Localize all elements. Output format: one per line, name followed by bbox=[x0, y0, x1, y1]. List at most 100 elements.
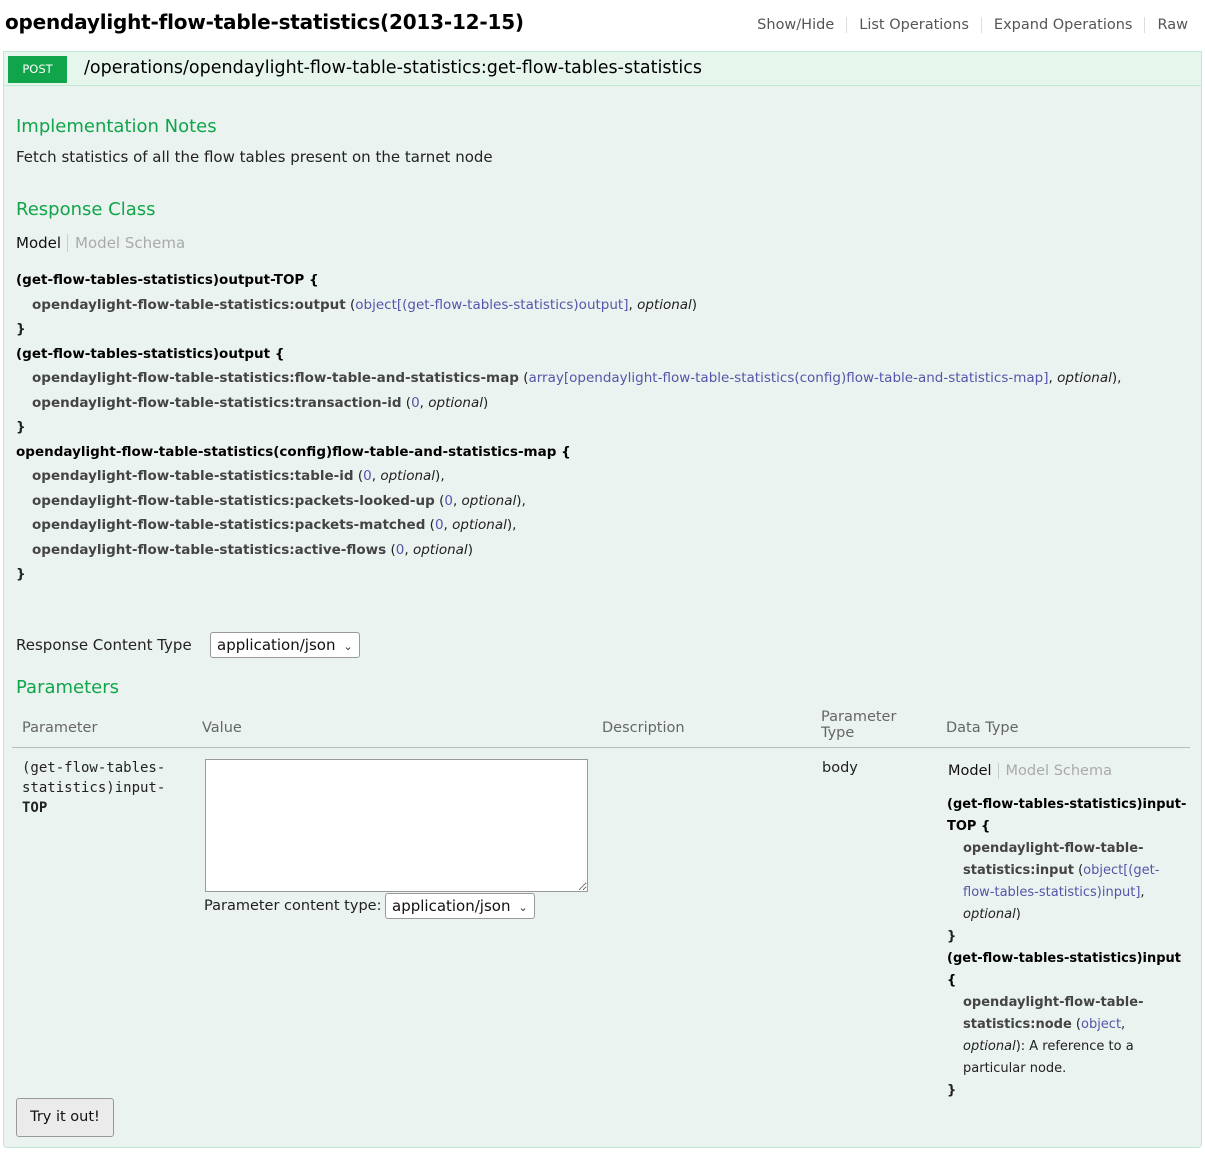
model-schema-tab[interactable]: Model Schema bbox=[68, 234, 185, 252]
parameter-name: (get-flow-tables- statistics)input- TOP bbox=[22, 758, 197, 818]
property-type-wrapper: (0, optional), bbox=[357, 468, 445, 484]
model-property: opendaylight-flow-table-statistics:flow-… bbox=[16, 366, 1196, 391]
model-close-brace: } bbox=[16, 321, 26, 337]
property-type-link[interactable]: object bbox=[1081, 1017, 1121, 1032]
property-name: statistics:node bbox=[963, 1017, 1072, 1032]
property-type-link[interactable]: array[opendaylight-flow-table-statistics… bbox=[528, 370, 1048, 386]
model-close-brace: } bbox=[947, 929, 957, 944]
property-type-link[interactable]: 0 bbox=[435, 517, 444, 533]
property-type-wrapper: (array[opendaylight-flow-table-statistic… bbox=[523, 370, 1122, 386]
header-parameter: Parameter bbox=[22, 720, 98, 736]
property-name: opendaylight-flow-table-statistics:outpu… bbox=[32, 296, 346, 313]
property-type-link[interactable]: flow-tables-statistics)input] bbox=[963, 885, 1140, 900]
api-title[interactable]: opendaylight-flow-table-statistics(2013-… bbox=[5, 10, 524, 34]
model-property: opendaylight-flow-table-statistics:packe… bbox=[16, 489, 1196, 514]
try-it-out-button[interactable]: Try it out! bbox=[16, 1098, 114, 1137]
list-operations-link[interactable]: List Operations bbox=[847, 17, 982, 33]
header-data-type: Data Type bbox=[946, 720, 1019, 736]
model-class-heading-line: (get-flow-tables-statistics)input- bbox=[947, 797, 1187, 812]
implementation-notes-title: Implementation Notes bbox=[16, 116, 217, 137]
property-name: opendaylight-flow-table-statistics:activ… bbox=[32, 541, 387, 558]
optional-label: optional bbox=[461, 492, 517, 509]
parameter-type-value: body bbox=[822, 760, 858, 776]
property-name: opendaylight-flow-table-statistics:trans… bbox=[32, 394, 402, 411]
model-property: opendaylight-flow-table-statistics:outpu… bbox=[16, 293, 1196, 318]
model-class-heading-line: TOP { bbox=[947, 819, 991, 834]
response-class-title: Response Class bbox=[16, 199, 156, 220]
optional-label: optional bbox=[428, 394, 483, 411]
property-line: optional): A reference to a bbox=[963, 1039, 1134, 1054]
property-type-wrapper: (0, optional) bbox=[390, 541, 473, 558]
model-class-heading: (get-flow-tables-statistics)output-TOP { bbox=[16, 272, 319, 288]
property-name: opendaylight-flow-table-statistics:table… bbox=[32, 468, 354, 484]
property-type-wrapper: (0, optional) bbox=[405, 394, 489, 411]
property-name: statistics:input bbox=[963, 863, 1074, 878]
property-type-link[interactable]: object[(get-flow-tables-statistics)outpu… bbox=[355, 297, 628, 313]
api-links: Show/Hide List Operations Expand Operati… bbox=[745, 17, 1188, 33]
property-type-link[interactable]: 0 bbox=[396, 542, 405, 558]
expand-operations-link[interactable]: Expand Operations bbox=[982, 17, 1146, 33]
model-property: opendaylight-flow-table- statistics:node… bbox=[947, 992, 1192, 1080]
property-type-wrapper: (0, optional), bbox=[439, 492, 526, 509]
operation-path[interactable]: /operations/opendaylight-flow-table-stat… bbox=[84, 58, 702, 78]
property-description: : A reference to a bbox=[1020, 1039, 1134, 1054]
model-class-heading: (get-flow-tables-statistics)input { bbox=[947, 951, 1182, 988]
http-method-badge[interactable]: POST bbox=[8, 56, 67, 83]
property-type-link[interactable]: 0 bbox=[363, 468, 372, 484]
operation-heading[interactable]: POST /operations/opendaylight-flow-table… bbox=[4, 52, 1201, 86]
property-type-link[interactable]: 0 bbox=[411, 395, 420, 411]
property-line: statistics:node (object, bbox=[963, 1017, 1126, 1032]
optional-label: optional bbox=[963, 1039, 1016, 1054]
parameters-title: Parameters bbox=[16, 677, 120, 698]
optional-label: optional bbox=[452, 517, 507, 533]
model-schema-tab[interactable]: Model Schema bbox=[999, 763, 1112, 779]
response-model-tabs: Model Model Schema bbox=[16, 234, 185, 252]
header-value: Value bbox=[202, 720, 242, 736]
header-parameter-type: Parameter Type bbox=[821, 709, 896, 741]
select-value: application/json bbox=[217, 636, 336, 654]
property-line: optional) bbox=[963, 907, 1021, 922]
property-line: statistics:input (object[(get- bbox=[963, 863, 1160, 878]
model-property: opendaylight-flow-table-statistics:activ… bbox=[16, 538, 1196, 563]
raw-link[interactable]: Raw bbox=[1145, 17, 1188, 33]
optional-label: optional bbox=[637, 296, 692, 313]
input-model: (get-flow-tables-statistics)input- TOP {… bbox=[947, 794, 1192, 1102]
parameters-table-header: Parameter Value Description Parameter Ty… bbox=[12, 706, 1190, 748]
property-name: opendaylight-flow-table- bbox=[963, 841, 1144, 856]
implementation-notes-text: Fetch statistics of all the flow tables … bbox=[16, 148, 493, 166]
show-hide-link[interactable]: Show/Hide bbox=[745, 17, 848, 33]
model-close-brace: } bbox=[16, 419, 26, 435]
parameter-value-textarea[interactable] bbox=[205, 759, 588, 892]
model-close-brace: } bbox=[16, 566, 26, 582]
header-parameter-type-line1: Parameter bbox=[821, 709, 897, 725]
parameter-content-type-label: Parameter content type: bbox=[204, 898, 382, 914]
property-line: flow-tables-statistics)input], bbox=[963, 885, 1145, 900]
header-description: Description bbox=[602, 720, 685, 736]
property-type-wrapper: (0, optional), bbox=[429, 517, 517, 533]
response-content-type-label: Response Content Type bbox=[16, 636, 192, 654]
property-type-link[interactable]: 0 bbox=[444, 493, 453, 509]
model-tab[interactable]: Model bbox=[16, 234, 69, 252]
property-name: opendaylight-flow-table-statistics:packe… bbox=[32, 492, 435, 509]
model-property: opendaylight-flow-table-statistics:trans… bbox=[16, 391, 1196, 416]
chevron-down-icon: ⌄ bbox=[518, 901, 528, 914]
model-close-brace: } bbox=[947, 1083, 957, 1098]
property-type-link[interactable]: object[(get- bbox=[1083, 863, 1159, 878]
api-heading: opendaylight-flow-table-statistics(2013-… bbox=[5, 10, 1200, 46]
model-class-heading: (get-flow-tables-statistics)input- TOP { bbox=[947, 794, 1192, 838]
chevron-down-icon: ⌄ bbox=[343, 640, 353, 653]
optional-label: optional bbox=[412, 541, 468, 558]
model-property: opendaylight-flow-table-statistics:table… bbox=[16, 464, 1196, 489]
response-content-type-select[interactable]: application/json ⌄ bbox=[210, 632, 360, 658]
input-model-tabs: Model Model Schema bbox=[948, 763, 1112, 779]
parameter-content-type-select[interactable]: application/json ⌄ bbox=[385, 893, 535, 919]
optional-label: optional bbox=[1057, 370, 1112, 386]
model-tab[interactable]: Model bbox=[948, 763, 999, 779]
property-name: opendaylight-flow-table-statistics:packe… bbox=[32, 517, 426, 533]
optional-label: optional bbox=[963, 907, 1016, 922]
model-property: opendaylight-flow-table- statistics:inpu… bbox=[947, 838, 1192, 926]
optional-label: optional bbox=[380, 468, 436, 484]
model-class-heading: (get-flow-tables-statistics)output { bbox=[16, 345, 285, 362]
property-type-wrapper: (object[(get-flow-tables-statistics)outp… bbox=[350, 296, 698, 313]
header-parameter-type-line2: Type bbox=[821, 725, 855, 741]
